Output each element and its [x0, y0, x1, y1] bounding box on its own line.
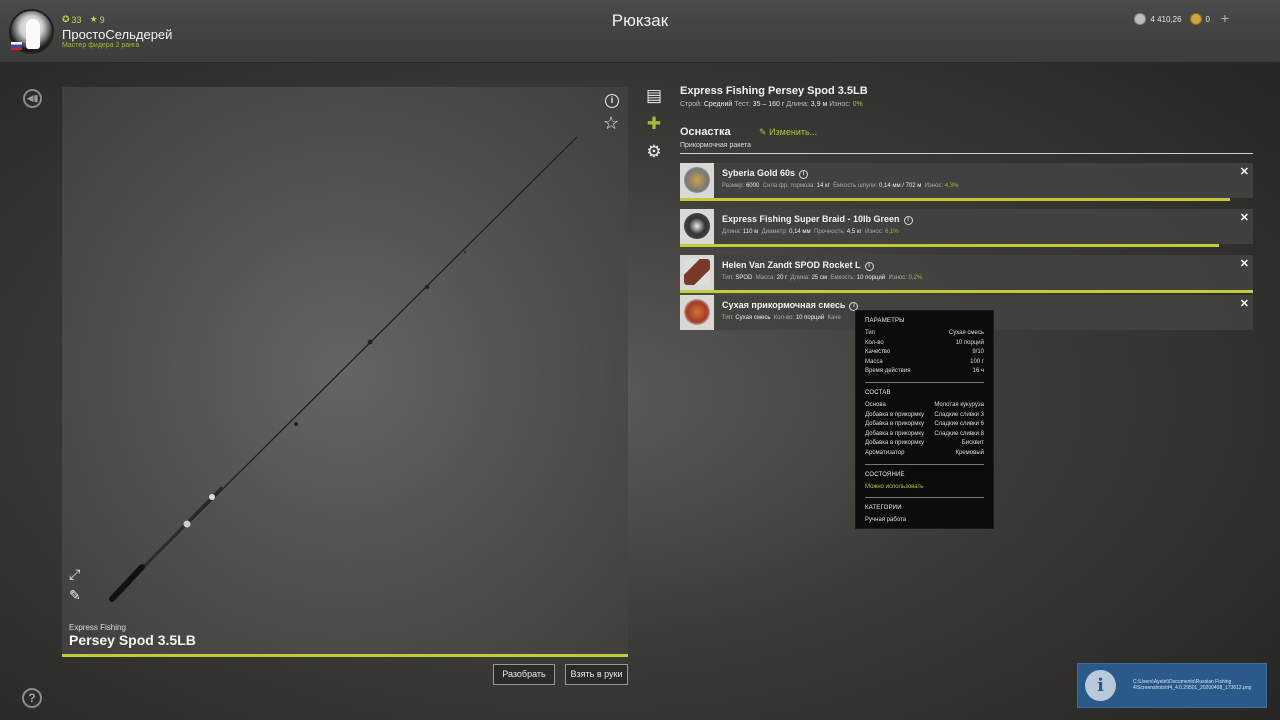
- tooltip-category: Ручная работа: [865, 517, 907, 524]
- help-icon[interactable]: ?: [22, 688, 42, 708]
- gold-coin-icon: [1189, 13, 1202, 25]
- info-icon[interactable]: i: [903, 216, 913, 225]
- silver-amount: 4 410,26: [1150, 14, 1182, 24]
- row-properties: Тип: Сухая смесь Кол-во: 10 порций Каче: [722, 315, 841, 321]
- favorite-star-icon[interactable]: ☆: [603, 113, 619, 134]
- item-model: Persey Spod 3.5LB: [69, 632, 196, 648]
- groundbait-thumbnail: [684, 299, 710, 325]
- notification-text: C:\Users\Ayelet\Documents\Russian Fishin…: [1133, 679, 1252, 691]
- remove-line-button[interactable]: ✕: [1240, 211, 1249, 224]
- remove-reel-button[interactable]: ✕: [1240, 165, 1249, 178]
- russia-flag-icon: [11, 42, 22, 50]
- tackle-row-spod[interactable]: Helen Van Zandt SPOD Rocket Li Тип: SPOD…: [680, 255, 1253, 290]
- tooltip-state-title: СОСТОЯНИЕ: [865, 471, 905, 478]
- add-currency-button[interactable]: +: [1218, 11, 1232, 26]
- tackle-type: Прикормочная ракета: [680, 142, 752, 149]
- top-bar: ✪ 33 ★ 9 ПростоСельдерей Мастер фидера 2 р…: [0, 0, 1280, 63]
- spod-durability-bar: [680, 290, 1253, 293]
- expand-icon[interactable]: ⤢: [69, 566, 80, 583]
- player-rank: Мастер фидера 2 ранга: [62, 42, 140, 49]
- row-properties: Длина: 110 м Диаметр: 0,14 мм Прочность:…: [722, 229, 899, 235]
- divider: [680, 153, 1253, 154]
- item-title: Express Fishing Persey Spod 3.5LB: [680, 85, 868, 97]
- remove-spod-button[interactable]: ✕: [1240, 257, 1249, 270]
- take-in-hands-button[interactable]: Взять в руки: [565, 664, 628, 685]
- info-icon[interactable]: i: [799, 170, 809, 179]
- tackle-puzzle-tab-icon[interactable]: ✚: [644, 114, 664, 136]
- silver-coin-icon: [1134, 13, 1147, 25]
- info-icon[interactable]: i: [605, 94, 619, 108]
- currency-panel: 4 410,26 0 +: [1134, 11, 1232, 26]
- screenshot-notification[interactable]: i C:\Users\Ayelet\Documents\Russian Fish…: [1077, 663, 1267, 708]
- detail-tabs: ▤ ✚ ⚙: [644, 86, 664, 170]
- preview-durability-bar: [62, 654, 628, 657]
- edit-icon: ✎: [759, 127, 767, 137]
- tackle-row-line[interactable]: Express Fishing Super Braid - 10lb Green…: [680, 209, 1253, 244]
- tackle-label: Оснастка: [680, 126, 731, 138]
- tackle-row-reel[interactable]: Syberia Gold 60s i Размер: 6000 Сила фр. …: [680, 163, 1253, 198]
- tooltip-state: Можно использовать: [865, 483, 924, 490]
- item-preview: i ☆ ⤢ ✎ Express Fishing Persey Spod 3.5L…: [62, 87, 628, 657]
- reel-thumbnail: [684, 167, 710, 193]
- item-brand: Express Fishing: [69, 623, 126, 632]
- remove-groundbait-button[interactable]: ✕: [1240, 297, 1249, 310]
- groundbait-tooltip: ПАРАМЕТРЫ Тип Сухая смесь Кол-во 10 порций…: [855, 310, 994, 529]
- rod-image: [109, 136, 578, 602]
- tooltip-composition-title: СОСТАВ: [865, 389, 891, 396]
- line-spool-thumbnail: [684, 213, 710, 239]
- page-title: Рюкзак: [611, 11, 669, 30]
- paint-brush-icon[interactable]: ✎: [69, 587, 81, 604]
- tooltip-params-title: ПАРАМЕТРЫ: [865, 318, 905, 324]
- reel-durability-bar: [680, 198, 1231, 201]
- disassemble-button[interactable]: Разобрать: [493, 664, 555, 685]
- info-icon[interactable]: i: [864, 262, 874, 271]
- item-properties: Строй: Средний Тест: 35 – 160 г Длина: 3…: [680, 101, 863, 108]
- row-properties: Размер: 6000 Сила фр. тормоза: 14 кг Ёмк…: [722, 183, 959, 189]
- spod-rocket-thumbnail: [684, 259, 710, 285]
- gold-amount: 0: [1205, 14, 1210, 24]
- description-tab-icon[interactable]: ▤: [644, 86, 664, 108]
- line-durability-bar: [680, 244, 1219, 247]
- settings-gear-tab-icon[interactable]: ⚙: [644, 142, 664, 164]
- change-tackle-button[interactable]: ✎ Изменить...: [759, 127, 817, 138]
- row-properties: Тип: SPOD Масса: 20 г Длина: 25 см Емкос…: [722, 275, 923, 281]
- tooltip-categories-title: КАТЕГОРИИ: [865, 505, 902, 512]
- info-icon: i: [1085, 670, 1116, 701]
- back-icon[interactable]: ◀▮: [23, 89, 42, 108]
